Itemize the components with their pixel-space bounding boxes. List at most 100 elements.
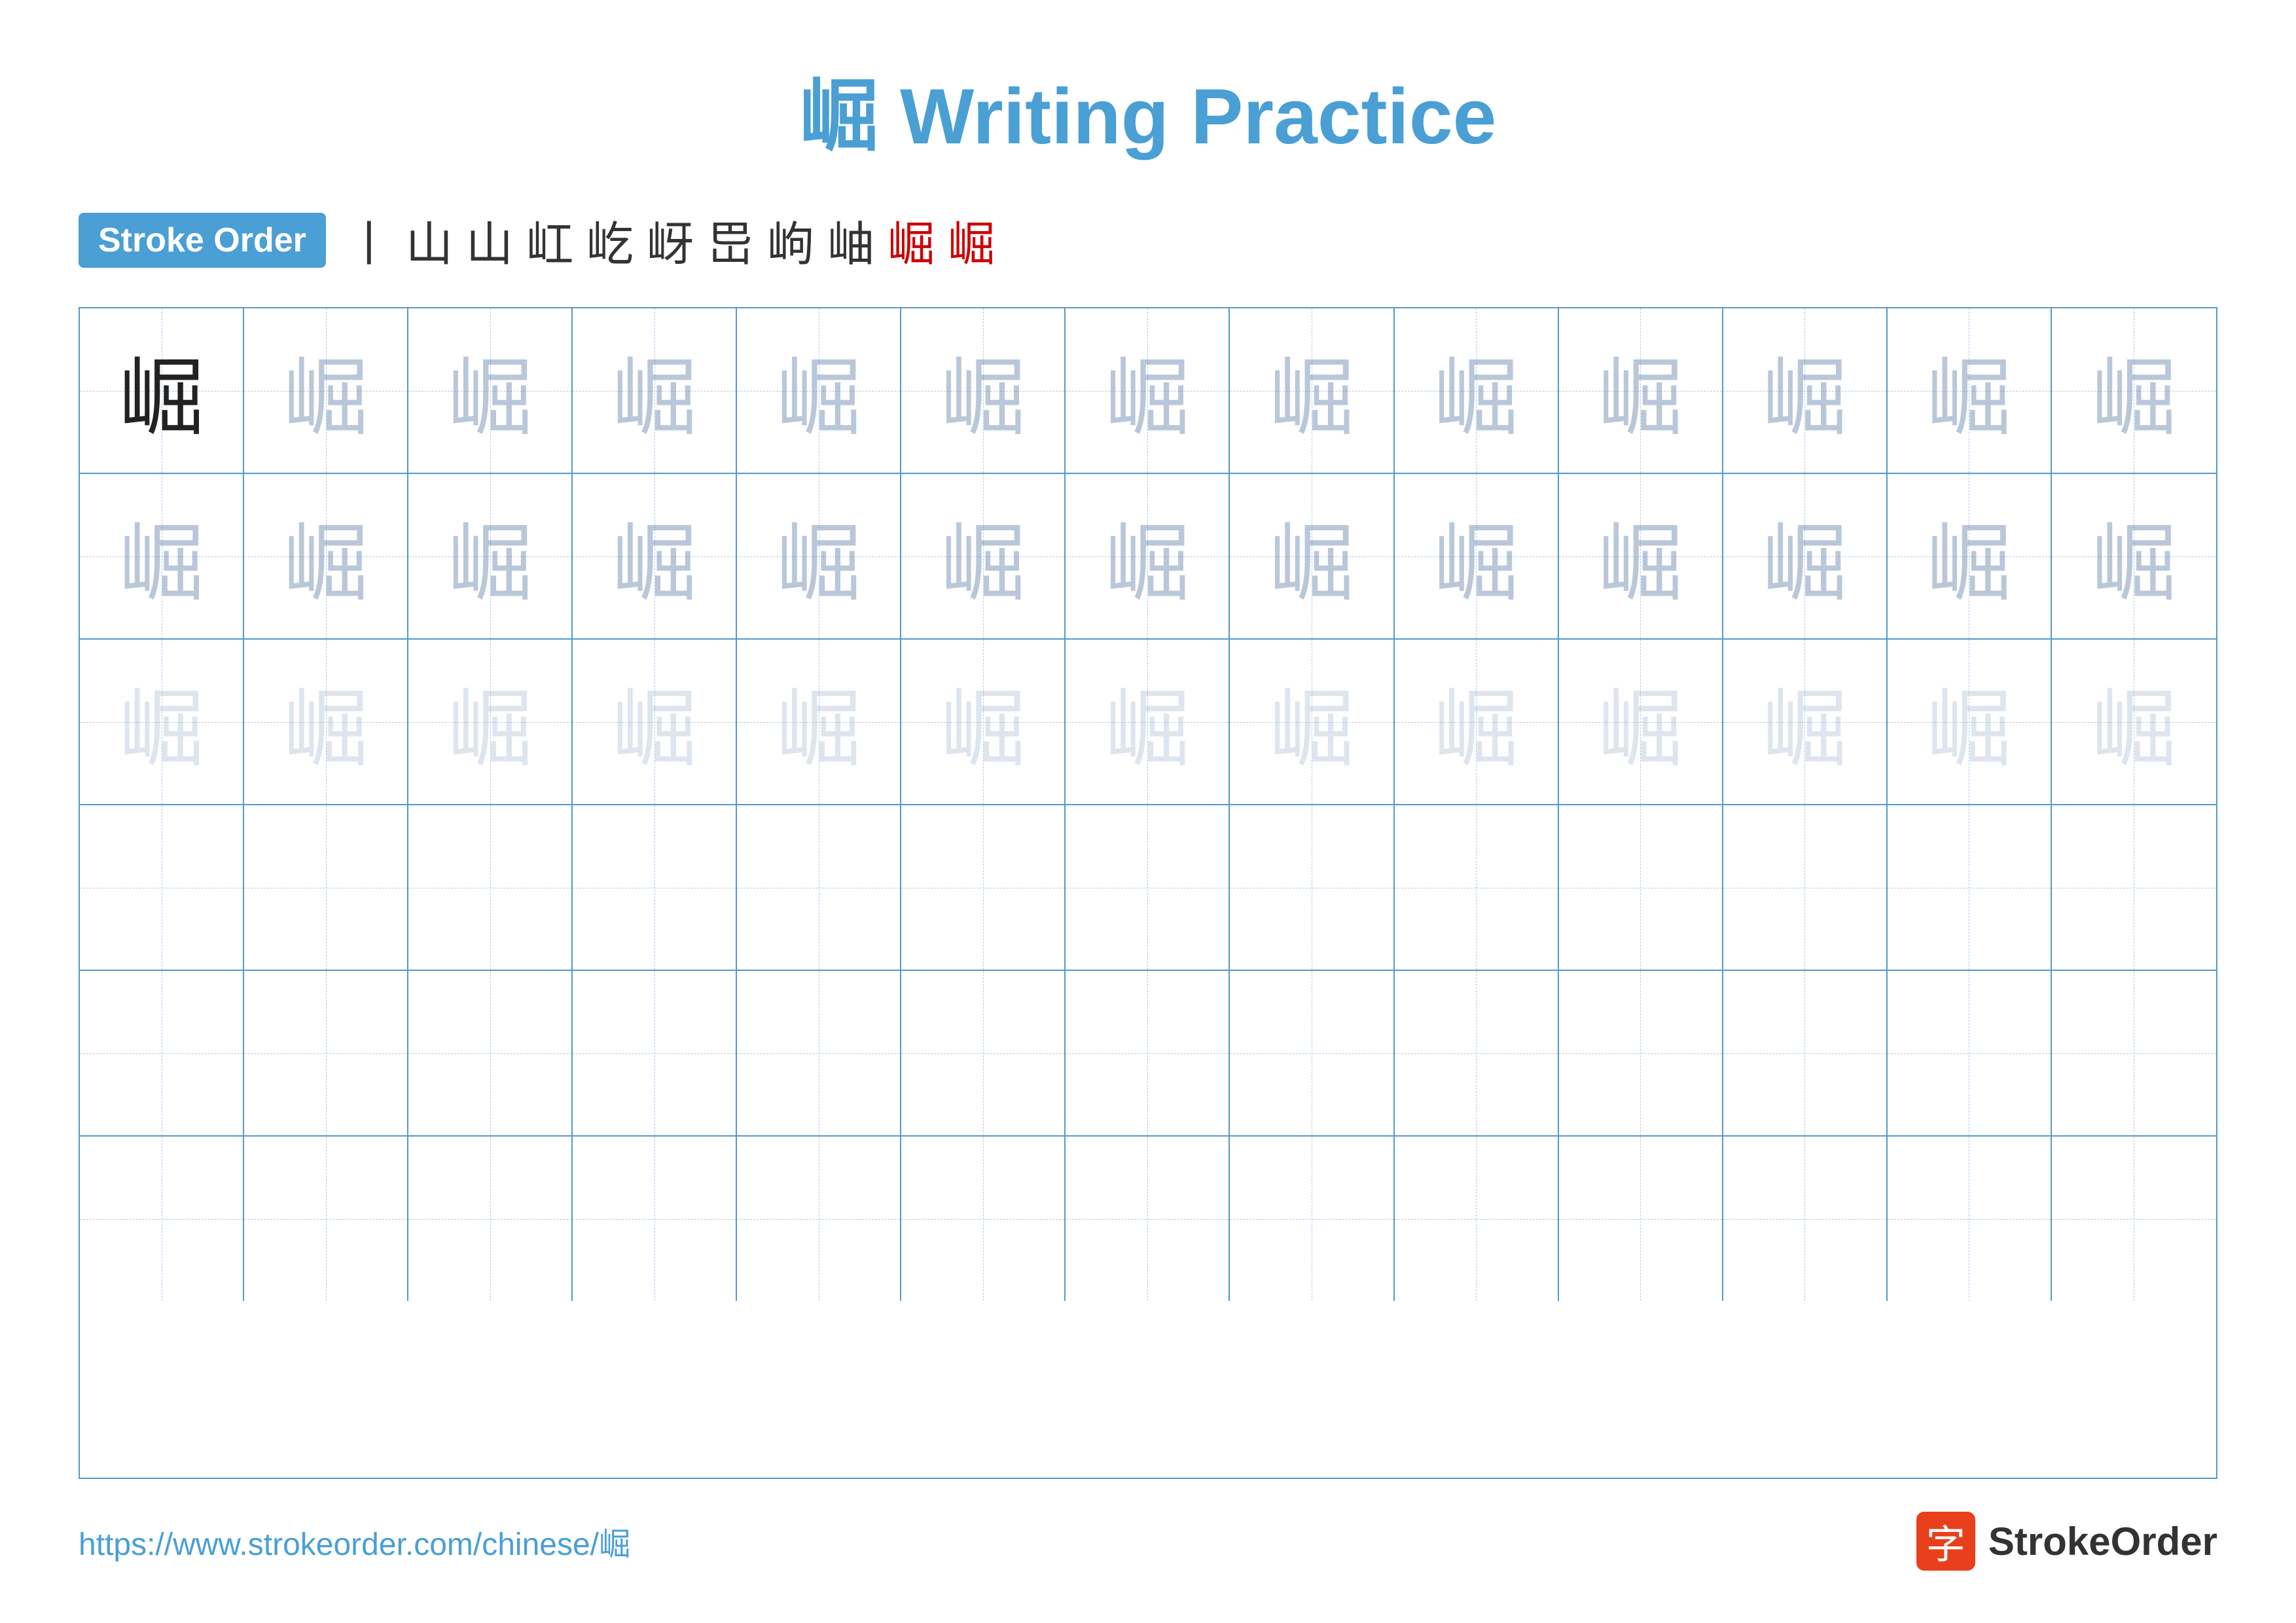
grid-cell-r4-c13[interactable] — [2052, 805, 2216, 970]
grid-cell-r2-c12[interactable]: 崛 — [1888, 474, 2052, 638]
grid-cell-r2-c1[interactable]: 崛 — [80, 474, 244, 638]
grid-cell-r1-c4[interactable]: 崛 — [573, 308, 737, 473]
char-faded: 崛 — [1598, 329, 1683, 452]
stroke-4: 屸 — [526, 206, 573, 274]
grid-cell-r1-c7[interactable]: 崛 — [1066, 308, 1230, 473]
grid-cell-r3-c6[interactable]: 崛 — [901, 640, 1066, 804]
grid-cell-r6-c9[interactable] — [1395, 1137, 1559, 1301]
grid-cell-r2-c4[interactable]: 崛 — [573, 474, 737, 638]
grid-cell-r6-c10[interactable] — [1559, 1137, 1723, 1301]
grid-cell-r5-c3[interactable] — [408, 971, 573, 1135]
grid-cell-r1-c10[interactable]: 崛 — [1559, 308, 1723, 473]
grid-cell-r1-c5[interactable]: 崛 — [737, 308, 901, 473]
grid-cell-r6-c1[interactable] — [80, 1137, 244, 1301]
grid-cell-r4-c6[interactable] — [901, 805, 1066, 970]
char-faded: 崛 — [1762, 329, 1847, 452]
grid-cell-r5-c8[interactable] — [1230, 971, 1394, 1135]
grid-cell-r6-c3[interactable] — [408, 1137, 573, 1301]
grid-cell-r6-c11[interactable] — [1723, 1137, 1888, 1301]
grid-cell-r2-c6[interactable]: 崛 — [901, 474, 1066, 638]
grid-cell-r3-c2[interactable]: 崛 — [244, 640, 408, 804]
grid-cell-r4-c3[interactable] — [408, 805, 573, 970]
grid-cell-r3-c11[interactable]: 崛 — [1723, 640, 1888, 804]
grid-cell-r4-c4[interactable] — [573, 805, 737, 970]
grid-cell-r2-c9[interactable]: 崛 — [1395, 474, 1559, 638]
grid-cell-r2-c13[interactable]: 崛 — [2052, 474, 2216, 638]
grid-cell-r1-c2[interactable]: 崛 — [244, 308, 408, 473]
grid-cell-r4-c10[interactable] — [1559, 805, 1723, 970]
grid-row-4 — [80, 805, 2216, 971]
grid-cell-r6-c6[interactable] — [901, 1137, 1066, 1301]
grid-cell-r3-c3[interactable]: 崛 — [408, 640, 573, 804]
char-faded: 崛 — [941, 661, 1026, 784]
grid-cell-r5-c5[interactable] — [737, 971, 901, 1135]
stroke-1: 丨 — [346, 206, 393, 274]
grid-cell-r6-c7[interactable] — [1066, 1137, 1230, 1301]
grid-cell-r2-c7[interactable]: 崛 — [1066, 474, 1230, 638]
grid-cell-r5-c1[interactable] — [80, 971, 244, 1135]
grid-cell-r5-c13[interactable] — [2052, 971, 2216, 1135]
grid-cell-r2-c10[interactable]: 崛 — [1559, 474, 1723, 638]
grid-cell-r2-c2[interactable]: 崛 — [244, 474, 408, 638]
grid-cell-r6-c4[interactable] — [573, 1137, 737, 1301]
footer-url[interactable]: https://www.strokeorder.com/chinese/崛 — [79, 1518, 630, 1564]
grid-cell-r1-c3[interactable]: 崛 — [408, 308, 573, 473]
grid-cell-r1-c1[interactable]: 崛 — [80, 308, 244, 473]
char-faded: 崛 — [1105, 495, 1190, 618]
grid-row-1: 崛 崛 崛 崛 崛 崛 崛 崛 崛 崛 崛 崛 崛 — [80, 308, 2216, 474]
grid-cell-r3-c9[interactable]: 崛 — [1395, 640, 1559, 804]
grid-cell-r2-c5[interactable]: 崛 — [737, 474, 901, 638]
grid-cell-r3-c8[interactable]: 崛 — [1230, 640, 1394, 804]
grid-cell-r2-c3[interactable]: 崛 — [408, 474, 573, 638]
grid-cell-r1-c9[interactable]: 崛 — [1395, 308, 1559, 473]
grid-cell-r2-c11[interactable]: 崛 — [1723, 474, 1888, 638]
page: 崛 Writing Practice Stroke Order 丨 山 山 屸 … — [0, 0, 2296, 1623]
grid-cell-r6-c13[interactable] — [2052, 1137, 2216, 1301]
char-faded: 崛 — [612, 329, 697, 452]
grid-cell-r5-c11[interactable] — [1723, 971, 1888, 1135]
grid-cell-r6-c8[interactable] — [1230, 1137, 1394, 1301]
grid-cell-r5-c7[interactable] — [1066, 971, 1230, 1135]
char-faded: 崛 — [1269, 495, 1354, 618]
char-faded: 崛 — [283, 661, 368, 784]
grid-cell-r4-c7[interactable] — [1066, 805, 1230, 970]
grid-cell-r5-c12[interactable] — [1888, 971, 2052, 1135]
grid-cell-r1-c8[interactable]: 崛 — [1230, 308, 1394, 473]
grid-cell-r1-c6[interactable]: 崛 — [901, 308, 1066, 473]
grid-cell-r3-c12[interactable]: 崛 — [1888, 640, 2052, 804]
grid-cell-r3-c7[interactable]: 崛 — [1066, 640, 1230, 804]
grid-cell-r5-c10[interactable] — [1559, 971, 1723, 1135]
grid-cell-r3-c13[interactable]: 崛 — [2052, 640, 2216, 804]
grid-cell-r3-c10[interactable]: 崛 — [1559, 640, 1723, 804]
grid-cell-r5-c6[interactable] — [901, 971, 1066, 1135]
practice-grid: 崛 崛 崛 崛 崛 崛 崛 崛 崛 崛 崛 崛 崛 崛 崛 崛 崛 崛 崛 崛 … — [79, 307, 2217, 1479]
grid-cell-r4-c9[interactable] — [1395, 805, 1559, 970]
grid-cell-r5-c4[interactable] — [573, 971, 737, 1135]
grid-cell-r4-c2[interactable] — [244, 805, 408, 970]
grid-cell-r4-c11[interactable] — [1723, 805, 1888, 970]
stroke-7: 岊 — [707, 206, 754, 274]
grid-cell-r3-c5[interactable]: 崛 — [737, 640, 901, 804]
grid-cell-r6-c5[interactable] — [737, 1137, 901, 1301]
grid-cell-r6-c2[interactable] — [244, 1137, 408, 1301]
char-faded: 崛 — [1926, 495, 2011, 618]
char-faded: 崛 — [1598, 495, 1683, 618]
char-faded: 崛 — [448, 329, 533, 452]
stroke-order-badge: Stroke Order — [79, 213, 326, 268]
grid-cell-r3-c1[interactable]: 崛 — [80, 640, 244, 804]
grid-cell-r5-c9[interactable] — [1395, 971, 1559, 1135]
char-faded: 崛 — [283, 329, 368, 452]
grid-cell-r2-c8[interactable]: 崛 — [1230, 474, 1394, 638]
stroke-2: 山 — [406, 206, 453, 274]
grid-cell-r3-c4[interactable]: 崛 — [573, 640, 737, 804]
grid-cell-r4-c5[interactable] — [737, 805, 901, 970]
grid-cell-r1-c11[interactable]: 崛 — [1723, 308, 1888, 473]
grid-cell-r1-c13[interactable]: 崛 — [2052, 308, 2216, 473]
grid-cell-r4-c12[interactable] — [1888, 805, 2052, 970]
grid-cell-r6-c12[interactable] — [1888, 1137, 2052, 1301]
grid-cell-r4-c8[interactable] — [1230, 805, 1394, 970]
grid-cell-r5-c2[interactable] — [244, 971, 408, 1135]
grid-cell-r4-c1[interactable] — [80, 805, 244, 970]
stroke-9: 岫 — [827, 206, 874, 274]
grid-cell-r1-c12[interactable]: 崛 — [1888, 308, 2052, 473]
